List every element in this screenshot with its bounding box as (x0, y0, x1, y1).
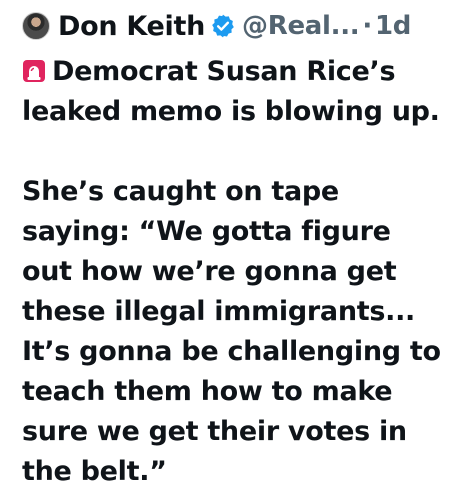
post-timestamp[interactable]: 1d (375, 11, 411, 41)
text-line-7: It’s gonna be challenging to (22, 336, 441, 367)
post[interactable]: Don Keith @Real... · 1d Democrat Susan R… (0, 0, 473, 500)
text-line-8: teach them how to make (22, 376, 393, 407)
text-line-9: sure we get their votes in (22, 416, 407, 447)
text-line-2: leaked memo is blowing up. (22, 96, 440, 127)
text-line: Democrat Susan Rice’s (22, 52, 463, 92)
text-line-5: out how we’re gonna get (22, 256, 397, 287)
text-line-6: these illegal immigrants... (22, 296, 416, 327)
paragraph-break (22, 132, 463, 172)
post-header: Don Keith @Real... · 1d (22, 6, 463, 46)
police-siren-icon (22, 55, 46, 82)
text-line-1: Democrat Susan Rice’s (52, 56, 396, 87)
text-line-4: saying: “We gotta figure (22, 216, 391, 247)
author-handle[interactable]: @Real... (242, 11, 360, 41)
avatar[interactable] (22, 12, 50, 40)
author-name[interactable]: Don Keith (58, 11, 205, 42)
separator-dot: · (362, 11, 372, 41)
post-text: Democrat Susan Rice’s leaked memo is blo… (22, 52, 463, 492)
text-line-3: She’s caught on tape (22, 176, 339, 207)
verified-badge-icon (210, 13, 236, 39)
text-line-10: the belt.” (22, 456, 167, 487)
